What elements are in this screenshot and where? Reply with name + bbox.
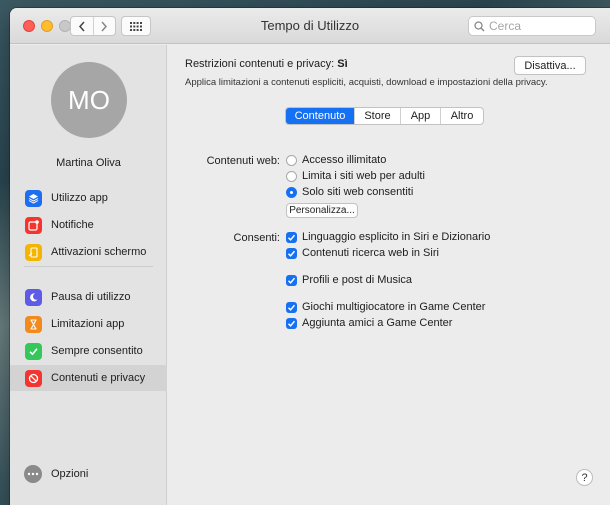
checkbox-checked[interactable] [286,247,297,259]
screen-time-window: Tempo di Utilizzo MO Martina Oliva Utili… [10,8,610,505]
radio-button[interactable] [286,170,297,182]
sidebar-item-downtime[interactable]: Pausa di utilizzo [10,284,167,310]
grid-icon [130,21,142,31]
checkbox-label: Contenuti ricerca web in Siri [302,247,439,259]
notification-icon [25,216,42,234]
search-input[interactable] [489,19,589,33]
sidebar-item-app-limits[interactable]: Limitazioni app [10,311,167,337]
help-button[interactable]: ? [576,469,593,486]
checkmark-icon [287,234,296,241]
sidebar-item-label: Notifiche [51,219,94,231]
tab-content[interactable]: Contenuto [286,108,354,124]
hourglass-icon [25,315,42,333]
radio-allowed-only[interactable]: Solo siti web consentiti [286,186,413,198]
avatar[interactable]: MO [51,62,127,138]
sidebar-item-content-privacy[interactable]: Contenuti e privacy [10,365,167,391]
check-add-friends[interactable]: Aggiunta amici a Game Center [286,317,452,329]
checkbox-checked[interactable] [286,231,297,243]
sidebar-item-label: Attivazioni schermo [51,246,147,258]
sidebar-item-label: Contenuti e privacy [51,372,146,384]
tab-store[interactable]: Store [354,108,400,124]
radio-label: Accesso illimitato [302,154,387,166]
customize-button[interactable]: Personalizza... [286,203,358,218]
radio-button-selected[interactable] [286,186,297,198]
allow-label: Consenti: [233,232,280,244]
search-field[interactable] [468,16,596,36]
chevron-right-icon [101,21,108,31]
sidebar: MO Martina Oliva Utilizzo app Notifiche … [10,45,167,505]
sidebar-item-always-allowed[interactable]: Sempre consentito [10,338,167,364]
moon-icon [25,288,42,306]
window-title: Tempo di Utilizzo [260,18,360,33]
check-explicit-language[interactable]: Linguaggio esplicito in Siri e Dizionari… [286,231,490,243]
options-label: Opzioni [51,468,89,480]
forward-button[interactable] [92,17,115,35]
user-name: Martina Oliva [56,157,121,169]
checkbox-label: Giochi multigiocatore in Game Center [302,301,486,313]
check-music-profiles[interactable]: Profili e post di Musica [286,274,412,286]
checkmark-icon [287,277,296,284]
checkbox-label: Linguaggio esplicito in Siri e Dizionari… [302,231,491,243]
checkbox-checked[interactable] [286,317,297,329]
disable-button[interactable]: Disattiva... [514,56,586,75]
sidebar-item-label: Sempre consentito [51,345,143,357]
checkbox-label: Aggiunta amici a Game Center [302,317,453,329]
tab-app[interactable]: App [400,108,440,124]
radio-label: Limita i siti web per adulti [302,170,425,182]
sidebar-item-label: Utilizzo app [51,192,108,204]
layers-icon [25,189,42,207]
minimize-window-button[interactable] [41,20,53,32]
check-web-search-siri[interactable]: Contenuti ricerca web in Siri [286,247,439,259]
checkmark-icon [287,320,296,327]
ellipsis-icon [24,465,42,483]
phone-icon [25,243,42,261]
sidebar-item-label: Limitazioni app [51,318,125,330]
tab-other[interactable]: Altro [440,108,483,124]
checkbox-checked[interactable] [286,301,297,313]
show-all-button[interactable] [121,16,151,36]
web-content-label: Contenuti web: [206,155,280,167]
restriction-value: Sì [337,58,348,70]
radio-label: Solo siti web consentiti [302,186,414,198]
options-button[interactable]: Opzioni [24,465,88,483]
search-icon [474,20,485,31]
restriction-status: Restrizioni contenuti e privacy: Sì [185,58,348,70]
radio-unrestricted[interactable]: Accesso illimitato [286,154,386,166]
titlebar: Tempo di Utilizzo [10,8,610,44]
prohibited-icon [25,369,42,387]
checkmark-icon [287,304,296,311]
sidebar-item-notifications[interactable]: Notifiche [10,212,167,238]
chevron-left-icon [78,21,85,31]
sidebar-divider [24,266,153,267]
checkmark-icon [25,342,42,360]
checkbox-label: Profili e post di Musica [302,274,413,286]
check-multiplayer-games[interactable]: Giochi multigiocatore in Game Center [286,301,485,313]
radio-limit-adult[interactable]: Limita i siti web per adulti [286,170,425,182]
back-button[interactable] [71,17,93,35]
tab-bar: Contenuto Store App Altro [285,107,484,125]
sidebar-item-app-usage[interactable]: Utilizzo app [10,185,167,211]
close-window-button[interactable] [23,20,35,32]
restriction-description: Applica limitazioni a contenuti esplicit… [185,77,548,88]
radio-button[interactable] [286,154,297,166]
sidebar-item-pickups[interactable]: Attivazioni schermo [10,239,167,265]
content-privacy-pane: Restrizioni contenuti e privacy: Sì Appl… [168,45,610,505]
checkbox-checked[interactable] [286,274,297,286]
checkmark-icon [287,250,296,257]
navigation-buttons [70,16,116,36]
restriction-label: Restrizioni contenuti e privacy: [185,58,335,70]
sidebar-item-label: Pausa di utilizzo [51,291,131,303]
